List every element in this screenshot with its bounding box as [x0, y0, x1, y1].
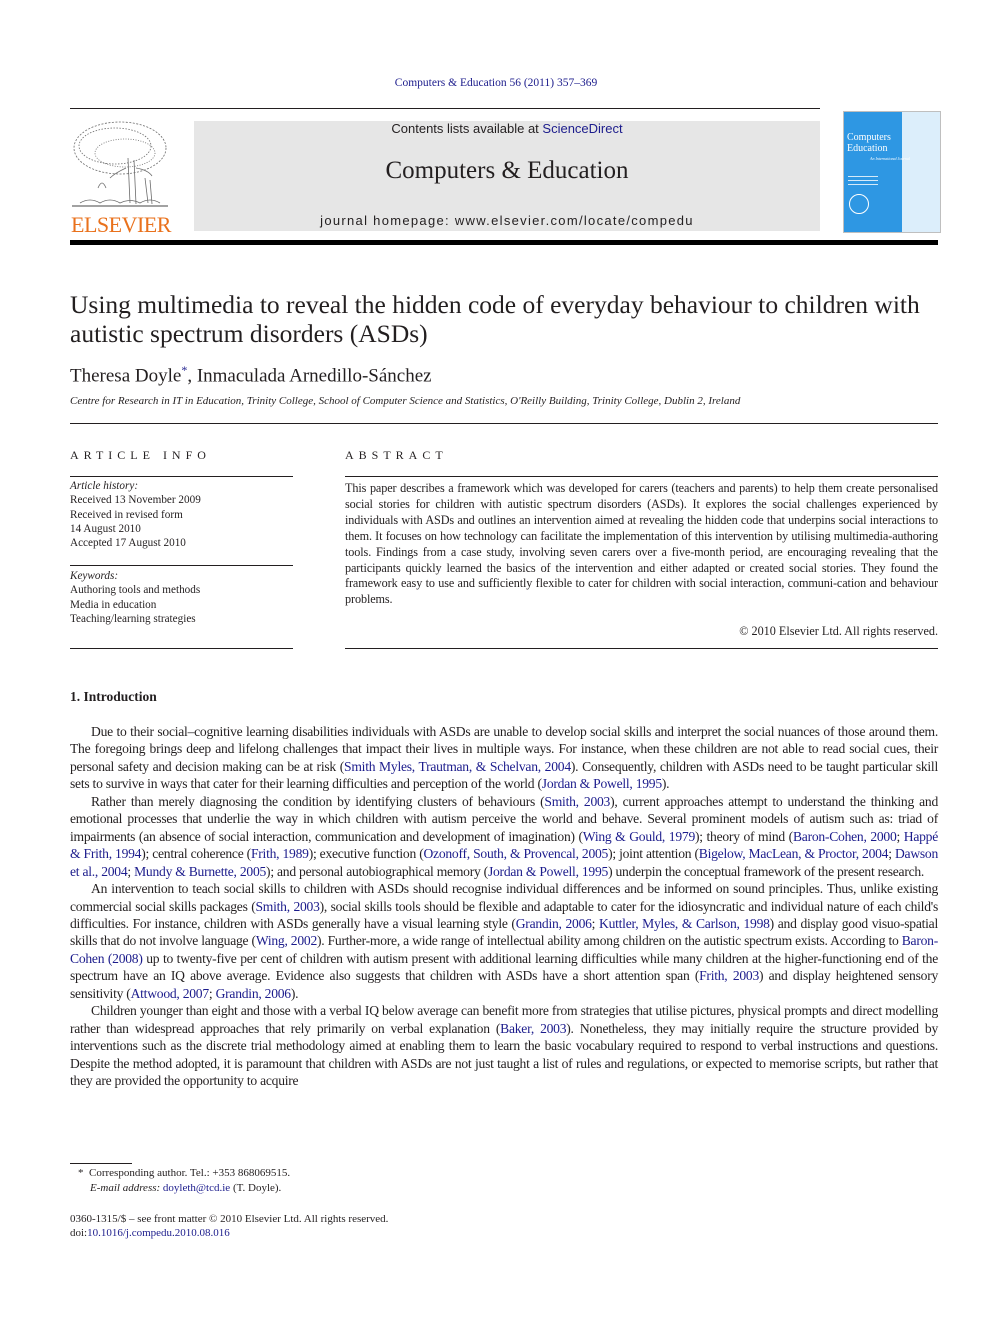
intro-paragraph: An intervention to teach social skills t… [70, 880, 938, 1002]
journal-citation-link[interactable]: Computers & Education 56 (2011) 357–369 [0, 77, 992, 89]
citation-link[interactable]: Jordan & Powell, 1995 [542, 776, 662, 791]
history-item: Received in revised form [70, 508, 183, 521]
contents-available-line: Contents lists available at ScienceDirec… [194, 121, 820, 136]
cover-blue-panel [844, 112, 902, 232]
section-heading-introduction: 1. Introduction [70, 689, 157, 704]
keywords: Keywords: Authoring tools and methods Me… [70, 569, 293, 626]
doi-line: doi:10.1016/j.compedu.2010.08.016 [70, 1226, 230, 1240]
paragraph-text: ). Further-more, a wide range of intelle… [317, 933, 902, 949]
paragraph-text: ) underpin the conceptual framework of t… [608, 863, 925, 879]
citation-link[interactable]: Mundy & Burnette, 2005 [134, 864, 266, 879]
author-name[interactable]: Inmaculada Arnedillo-Sánchez [197, 365, 432, 386]
article-title: Using multimedia to reveal the hidden co… [70, 290, 920, 348]
paragraph-text: ; [896, 828, 904, 844]
doi-link[interactable]: 10.1016/j.compedu.2010.08.016 [87, 1227, 230, 1239]
contents-prefix: Contents lists available at [391, 121, 543, 136]
author-name[interactable]: Theresa Doyle [70, 365, 181, 386]
citation-link[interactable]: Bigelow, MacLean, & Proctor, 2004 [699, 846, 889, 861]
email-suffix: (T. Doyle). [230, 1182, 282, 1194]
cover-title: Computers Education [847, 132, 891, 154]
citation-link[interactable]: Attwood, 2007 [131, 986, 210, 1001]
citation-link[interactable]: Jordan & Powell, 1995 [488, 864, 608, 879]
affiliation-rule [70, 423, 938, 424]
paragraph-text: ; [591, 915, 599, 931]
journal-banner: Contents lists available at ScienceDirec… [194, 121, 820, 231]
citation-link[interactable]: Frith, 2003 [699, 968, 759, 983]
intro-paragraph: Children younger than eight and those wi… [70, 1002, 938, 1089]
paragraph-text: ); theory of mind ( [695, 828, 793, 844]
keyword-item: Authoring tools and methods [70, 584, 201, 597]
paragraph-text: ); executive function ( [308, 846, 424, 862]
article-info-rule [70, 476, 293, 477]
author-separator: , [187, 365, 197, 387]
paragraph-text: Rather than merely diagnosing the condit… [91, 793, 545, 809]
abstract-text: This paper describes a framework which w… [345, 481, 938, 607]
sciencedirect-link[interactable]: ScienceDirect [542, 121, 622, 136]
affiliation: Centre for Research in IT in Education, … [70, 395, 741, 407]
elsevier-logo[interactable]: ELSEVIER [70, 118, 172, 237]
elsevier-wordmark: ELSEVIER [71, 212, 171, 237]
footnote-text: Corresponding author. Tel.: +353 8680695… [89, 1167, 291, 1179]
header-thick-rule [70, 240, 938, 245]
article-history: Article history: Received 13 November 20… [70, 479, 293, 550]
citation-link[interactable]: Baker, 2003 [500, 1021, 566, 1036]
footnote-mark: * [78, 1167, 84, 1179]
citation-link[interactable]: Smith, 2003 [544, 794, 610, 809]
introduction-body: Due to their social–cognitive learning d… [70, 723, 938, 1090]
article-history-label: Article history: [70, 480, 139, 492]
citation-link[interactable]: Wing, 2002 [256, 933, 317, 948]
citation-link[interactable]: Kuttler, Myles, & Carlson, 1998 [599, 916, 770, 931]
keyword-item: Media in education [70, 598, 157, 611]
header-rule [70, 108, 820, 109]
cover-editor-lines [848, 176, 878, 188]
paragraph-text: ). [661, 776, 670, 792]
abstract-copyright: © 2010 Elsevier Ltd. All rights reserved… [739, 624, 938, 638]
history-item: 14 August 2010 [70, 522, 141, 535]
citation-link[interactable]: Smith, 2003 [255, 899, 319, 914]
article-info-heading: ARTICLE INFO [70, 448, 211, 462]
paragraph-text: ; [888, 846, 895, 862]
paragraph-text: ); central coherence ( [141, 846, 251, 862]
citation-link[interactable]: Ozonoff, South, & Provencal, 2005 [423, 846, 608, 861]
elsevier-tree-icon [72, 121, 168, 207]
history-item: Received 13 November 2009 [70, 494, 201, 507]
corresponding-author-footnote: * Corresponding author. Tel.: +353 86806… [70, 1166, 290, 1180]
history-item: Accepted 17 August 2010 [70, 537, 186, 550]
cover-subtitle: An International Journal [870, 156, 910, 161]
citation-link[interactable]: Frith, 1989 [251, 846, 309, 861]
email-label: E-mail address: [90, 1182, 161, 1194]
author-list: Theresa Doyle*, Inmaculada Arnedillo-Sán… [70, 363, 432, 387]
citation-link[interactable]: Wing & Gould, 1979 [583, 829, 695, 844]
citation-link[interactable]: Grandin, 2006 [216, 986, 292, 1001]
email-footnote: E-mail address: doyleth@tcd.ie (T. Doyle… [70, 1181, 281, 1195]
cover-impact-badge-icon [849, 194, 869, 214]
abstract-bottom-rule [345, 648, 938, 649]
article-info-bottom-rule [70, 648, 293, 649]
keyword-item: Teaching/learning strategies [70, 612, 196, 625]
paragraph-text: ). [290, 985, 299, 1001]
paragraph-text: ); and personal autobiographical memory … [266, 863, 488, 879]
paragraph-text: ; [208, 985, 216, 1001]
paragraph-text: ); joint attention ( [608, 846, 699, 862]
email-link[interactable]: doyleth@tcd.ie [163, 1182, 230, 1194]
journal-cover-thumbnail[interactable]: Computers Education An International Jour… [843, 111, 941, 233]
abstract-rule [345, 476, 938, 477]
issn-line: 0360-1315/$ – see front matter © 2010 El… [70, 1213, 389, 1225]
intro-paragraph: Rather than merely diagnosing the condit… [70, 793, 938, 880]
abstract-heading: ABSTRACT [345, 448, 448, 462]
keywords-label: Keywords: [70, 570, 119, 582]
citation-link[interactable]: Grandin, 2006 [516, 916, 592, 931]
doi-label: doi: [70, 1227, 88, 1239]
journal-title: Computers & Education [385, 157, 629, 184]
intro-paragraph: Due to their social–cognitive learning d… [70, 723, 938, 793]
keywords-rule [70, 565, 293, 566]
citation-link[interactable]: Baron-Cohen, 2000 [793, 829, 897, 844]
citation-link[interactable]: Smith Myles, Trautman, & Schelvan, 2004 [344, 759, 571, 774]
journal-homepage-link[interactable]: journal homepage: www.elsevier.com/locat… [194, 213, 820, 228]
footnote-rule [70, 1163, 132, 1164]
